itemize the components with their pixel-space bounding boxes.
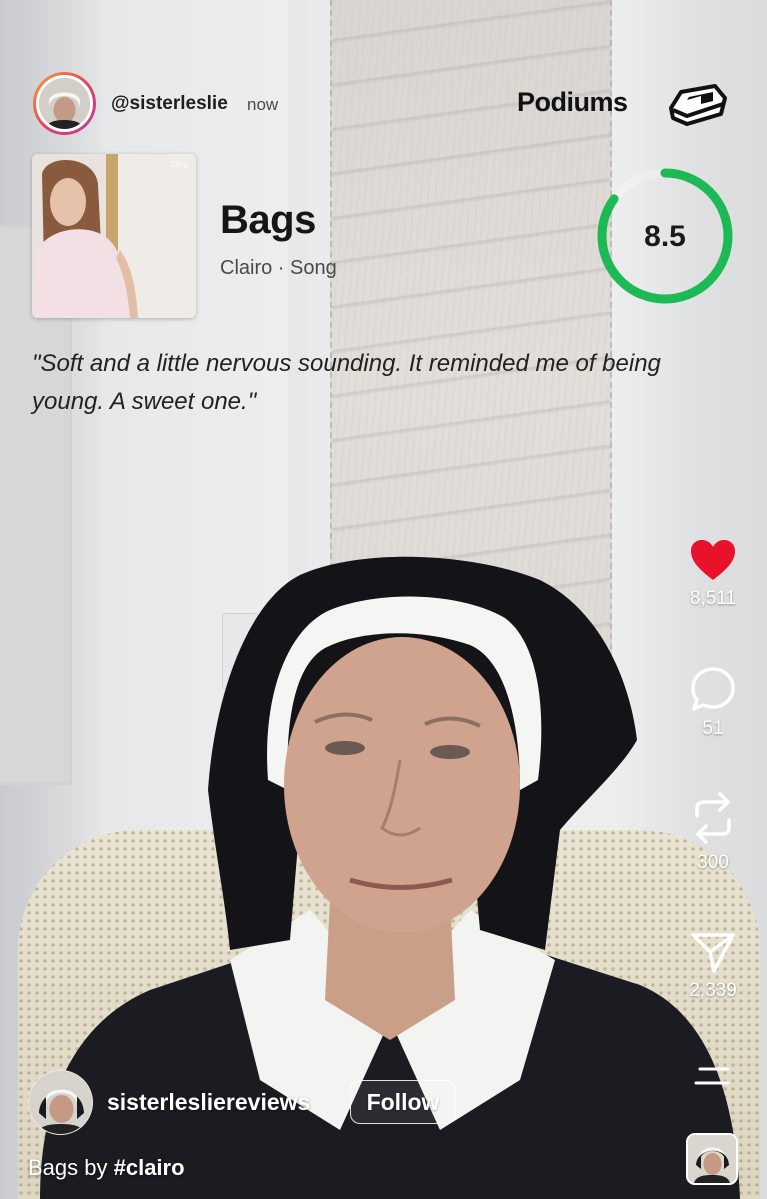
like-count: 8,511: [689, 588, 737, 609]
share-count: 2,339: [689, 980, 737, 1001]
song-title[interactable]: Bags: [220, 198, 316, 243]
author-avatar[interactable]: [28, 1070, 93, 1135]
post-caption: Bags by #clairo: [28, 1155, 185, 1181]
share-action[interactable]: 2,339: [673, 930, 753, 1002]
audio-thumbnail[interactable]: [686, 1133, 738, 1185]
brand-name[interactable]: Podiums: [517, 87, 628, 118]
comment-bubble-icon[interactable]: [690, 666, 736, 712]
like-action[interactable]: 8,511: [673, 538, 753, 610]
comment-count: 51: [702, 718, 724, 739]
paper-plane-icon[interactable]: [690, 930, 736, 974]
poster-avatar[interactable]: [33, 72, 96, 135]
podium-box-icon[interactable]: [667, 80, 729, 130]
repost-icon[interactable]: [691, 790, 735, 846]
song-artist-meta[interactable]: Clairo · Song: [220, 257, 337, 280]
heart-icon[interactable]: [689, 538, 737, 582]
caption-hashtag[interactable]: #clairo: [114, 1155, 185, 1180]
repost-count: 300: [697, 852, 729, 873]
caption-text: Bags by: [28, 1155, 114, 1180]
post-timestamp: now: [247, 95, 279, 114]
follow-button[interactable]: Follow: [350, 1080, 456, 1124]
review-quote: "Soft and a little nervous sounding. It …: [32, 350, 661, 415]
author-username[interactable]: sisterlesliereviews: [107, 1089, 310, 1116]
audio-thumbnail-image: [688, 1135, 736, 1183]
album-cover[interactable]: Sling: [32, 154, 196, 318]
album-cover-image: [32, 154, 196, 318]
poster-avatar-image: [39, 78, 90, 129]
poster-username[interactable]: @sisterleslie: [111, 93, 228, 115]
score-value: 8.5: [644, 220, 686, 253]
comment-action[interactable]: 51: [673, 666, 753, 740]
author-avatar-image: [29, 1071, 92, 1134]
menu-lines-icon[interactable]: [694, 1066, 732, 1086]
album-label: Sling: [170, 160, 188, 169]
repost-action[interactable]: 300: [673, 790, 753, 874]
